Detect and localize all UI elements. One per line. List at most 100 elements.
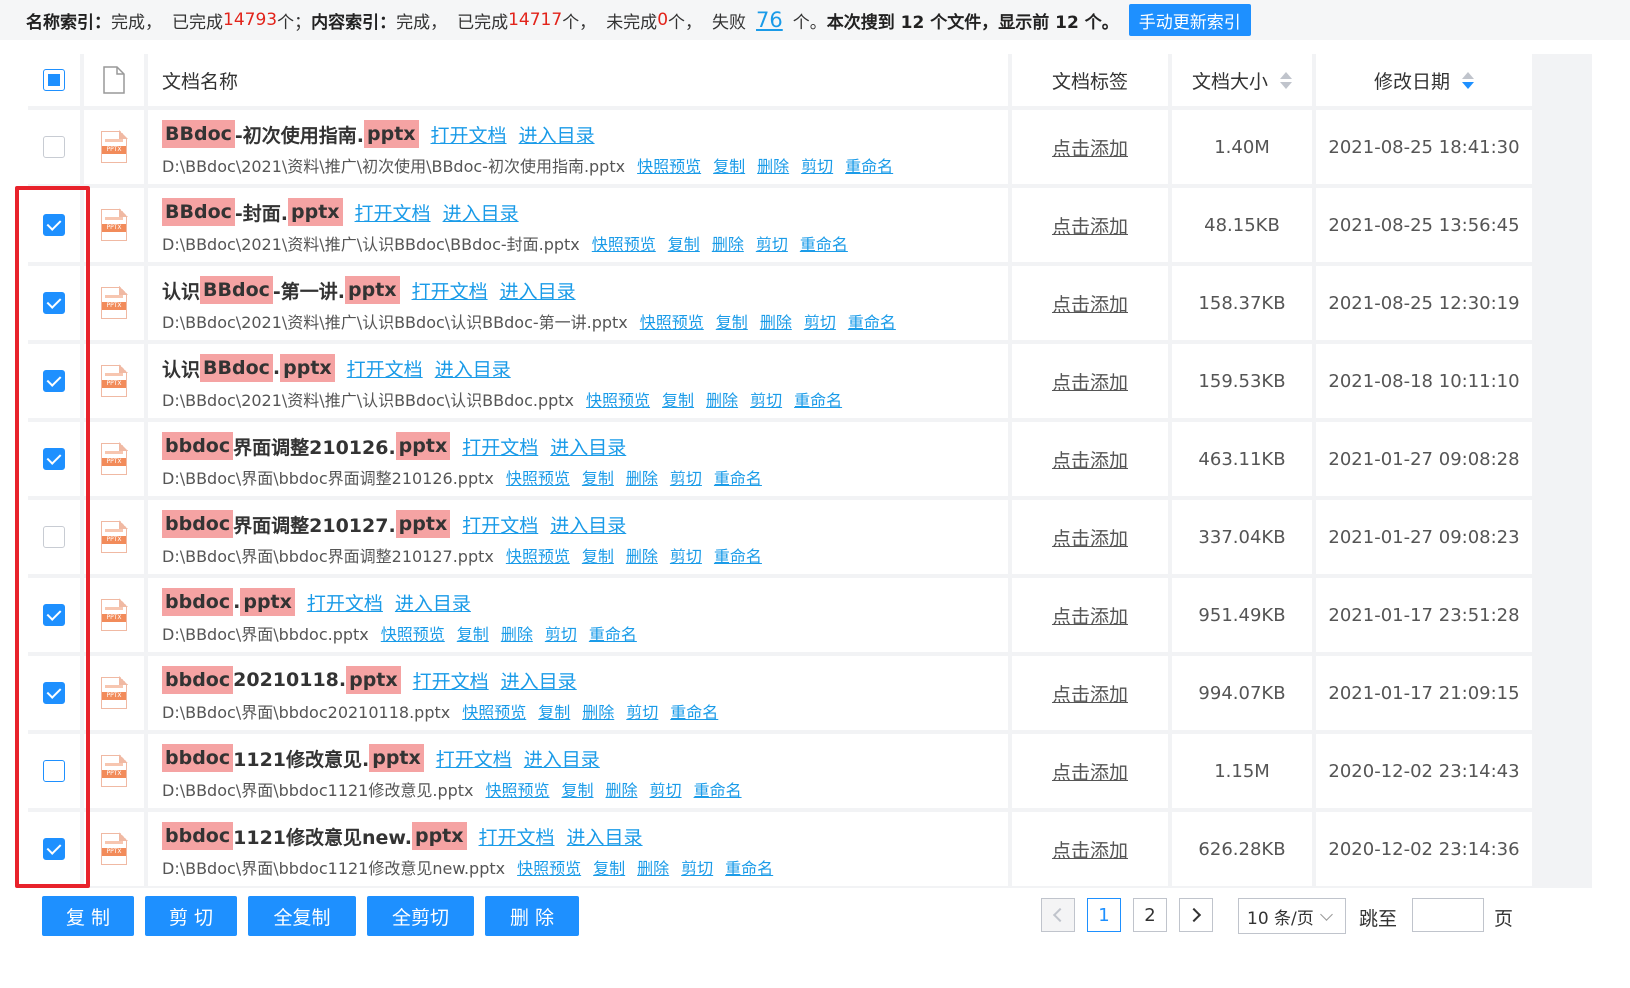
row-checkbox[interactable]	[43, 136, 65, 158]
enter-directory-link[interactable]: 进入目录	[519, 121, 595, 148]
add-tag-link[interactable]: 点击添加	[1052, 836, 1128, 863]
add-tag-link[interactable]: 点击添加	[1052, 134, 1128, 161]
preview-link[interactable]: 快照预览	[640, 309, 704, 333]
add-tag-link[interactable]: 点击添加	[1052, 446, 1128, 473]
cut-all-button[interactable]: 全剪切	[367, 896, 474, 936]
delete-link[interactable]: 删除	[760, 309, 792, 333]
copy-all-button[interactable]: 全复制	[248, 896, 356, 936]
copy-link[interactable]: 复制	[716, 309, 748, 333]
copy-link[interactable]: 复制	[593, 855, 625, 879]
copy-link[interactable]: 复制	[582, 465, 614, 489]
preview-link[interactable]: 快照预览	[586, 387, 650, 411]
enter-directory-link[interactable]: 进入目录	[500, 277, 576, 304]
preview-link[interactable]: 快照预览	[506, 465, 570, 489]
cut-link[interactable]: 剪切	[650, 777, 682, 801]
add-tag-link[interactable]: 点击添加	[1052, 290, 1128, 317]
open-document-link[interactable]: 打开文档	[355, 199, 431, 226]
cut-link[interactable]: 剪切	[670, 465, 702, 489]
delete-link[interactable]: 删除	[757, 153, 789, 177]
preview-link[interactable]: 快照预览	[381, 621, 445, 645]
enter-directory-link[interactable]: 进入目录	[501, 667, 577, 694]
rename-link[interactable]: 重命名	[714, 465, 762, 489]
cut-link[interactable]: 剪切	[750, 387, 782, 411]
delete-link[interactable]: 删除	[637, 855, 669, 879]
fail-count-link[interactable]: 76	[756, 8, 783, 32]
enter-directory-link[interactable]: 进入目录	[550, 511, 626, 538]
header-date-cell[interactable]: 修改日期	[1316, 54, 1532, 106]
delete-link[interactable]: 删除	[626, 543, 658, 567]
rename-link[interactable]: 重命名	[848, 309, 896, 333]
rename-link[interactable]: 重命名	[725, 855, 773, 879]
add-tag-link[interactable]: 点击添加	[1052, 680, 1128, 707]
copy-button[interactable]: 复 制	[42, 896, 134, 936]
cut-link[interactable]: 剪切	[801, 153, 833, 177]
open-document-link[interactable]: 打开文档	[431, 121, 507, 148]
prev-page-button[interactable]	[1041, 898, 1075, 932]
delete-link[interactable]: 删除	[706, 387, 738, 411]
open-document-link[interactable]: 打开文档	[347, 355, 423, 382]
copy-link[interactable]: 复制	[668, 231, 700, 255]
open-document-link[interactable]: 打开文档	[307, 589, 383, 616]
delete-link[interactable]: 删除	[582, 699, 614, 723]
date-sort-icon[interactable]	[1462, 71, 1474, 89]
delete-button[interactable]: 删 除	[485, 896, 579, 936]
open-document-link[interactable]: 打开文档	[462, 433, 538, 460]
rename-link[interactable]: 重命名	[800, 231, 848, 255]
copy-link[interactable]: 复制	[713, 153, 745, 177]
open-document-link[interactable]: 打开文档	[462, 511, 538, 538]
cut-button[interactable]: 剪 切	[145, 896, 237, 936]
rename-link[interactable]: 重命名	[845, 153, 893, 177]
refresh-index-button[interactable]: 手动更新索引	[1128, 4, 1251, 36]
cut-link[interactable]: 剪切	[756, 231, 788, 255]
delete-link[interactable]: 删除	[626, 465, 658, 489]
enter-directory-link[interactable]: 进入目录	[550, 433, 626, 460]
rename-link[interactable]: 重命名	[589, 621, 637, 645]
page-size-select[interactable]: 10 条/页	[1238, 898, 1346, 934]
copy-link[interactable]: 复制	[582, 543, 614, 567]
copy-link[interactable]: 复制	[457, 621, 489, 645]
jump-page-input[interactable]	[1412, 898, 1484, 932]
rename-link[interactable]: 重命名	[670, 699, 718, 723]
delete-link[interactable]: 删除	[712, 231, 744, 255]
preview-link[interactable]: 快照预览	[462, 699, 526, 723]
rename-link[interactable]: 重命名	[714, 543, 762, 567]
enter-directory-link[interactable]: 进入目录	[435, 355, 511, 382]
page-1-button[interactable]: 1	[1087, 898, 1121, 932]
preview-link[interactable]: 快照预览	[517, 855, 581, 879]
preview-link[interactable]: 快照预览	[592, 231, 656, 255]
select-all-checkbox[interactable]	[43, 69, 65, 91]
open-document-link[interactable]: 打开文档	[413, 667, 489, 694]
cut-link[interactable]: 剪切	[626, 699, 658, 723]
preview-link[interactable]: 快照预览	[637, 153, 701, 177]
enter-directory-link[interactable]: 进入目录	[395, 589, 471, 616]
open-document-link[interactable]: 打开文档	[412, 277, 488, 304]
row-date-cell: 2021-01-27 09:08:28	[1316, 422, 1532, 496]
page-2-button[interactable]: 2	[1133, 898, 1167, 932]
add-tag-link[interactable]: 点击添加	[1052, 368, 1128, 395]
copy-link[interactable]: 复制	[562, 777, 594, 801]
enter-directory-link[interactable]: 进入目录	[567, 823, 643, 850]
cut-link[interactable]: 剪切	[804, 309, 836, 333]
add-tag-link[interactable]: 点击添加	[1052, 758, 1128, 785]
add-tag-link[interactable]: 点击添加	[1052, 212, 1128, 239]
add-tag-link[interactable]: 点击添加	[1052, 524, 1128, 551]
cut-link[interactable]: 剪切	[681, 855, 713, 879]
open-document-link[interactable]: 打开文档	[436, 745, 512, 772]
add-tag-link[interactable]: 点击添加	[1052, 602, 1128, 629]
size-sort-icon[interactable]	[1280, 71, 1292, 89]
preview-link[interactable]: 快照预览	[486, 777, 550, 801]
enter-directory-link[interactable]: 进入目录	[524, 745, 600, 772]
open-document-link[interactable]: 打开文档	[479, 823, 555, 850]
delete-link[interactable]: 删除	[501, 621, 533, 645]
copy-link[interactable]: 复制	[662, 387, 694, 411]
enter-directory-link[interactable]: 进入目录	[443, 199, 519, 226]
rename-link[interactable]: 重命名	[794, 387, 842, 411]
next-page-button[interactable]	[1179, 898, 1213, 932]
cut-link[interactable]: 剪切	[545, 621, 577, 645]
header-size-cell[interactable]: 文档大小	[1172, 54, 1312, 106]
copy-link[interactable]: 复制	[538, 699, 570, 723]
delete-link[interactable]: 删除	[606, 777, 638, 801]
rename-link[interactable]: 重命名	[694, 777, 742, 801]
preview-link[interactable]: 快照预览	[506, 543, 570, 567]
cut-link[interactable]: 剪切	[670, 543, 702, 567]
